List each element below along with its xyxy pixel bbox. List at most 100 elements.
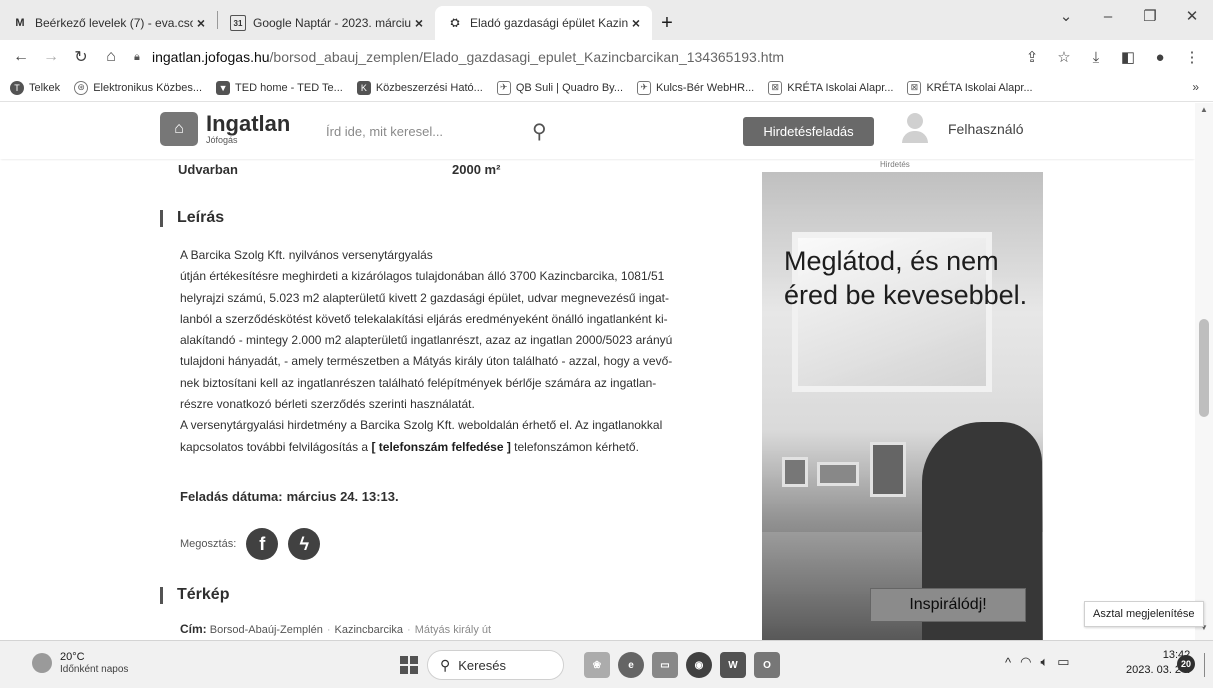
profile-avatar-icon[interactable]: ● bbox=[1147, 44, 1173, 70]
edge-browser-icon[interactable]: e bbox=[618, 652, 644, 678]
minimize-button[interactable]: – bbox=[1087, 0, 1129, 32]
show-desktop-button[interactable] bbox=[1204, 653, 1205, 677]
posted-value: március 24. 13:13. bbox=[286, 489, 399, 504]
bookmark-item[interactable]: ✈ Kulcs-Bér WebHR... bbox=[637, 80, 754, 95]
address-city: Kazincbarcika bbox=[334, 624, 404, 636]
close-tab-icon[interactable]: × bbox=[193, 15, 209, 31]
widgets-icon[interactable]: ❀ bbox=[584, 652, 610, 678]
bookmark-item[interactable]: ⊠ KRÉTA Iskolai Alapr... bbox=[907, 80, 1033, 95]
description-line: helyrajzi számú, 5.023 m2 alapterületű k… bbox=[180, 290, 669, 305]
scrollbar-thumb[interactable] bbox=[1199, 319, 1209, 417]
bookmark-item[interactable]: ✈ QB Suli | Quadro By... bbox=[496, 80, 623, 95]
address-separator: · bbox=[407, 624, 411, 636]
share-page-icon[interactable]: ⇪ bbox=[1019, 44, 1045, 70]
windows-start-icon[interactable] bbox=[400, 656, 418, 674]
bookmark-item[interactable]: ▼ TED home - TED Te... bbox=[216, 80, 343, 95]
weather-widget[interactable]: 20°C Időnként napos bbox=[32, 651, 128, 675]
volume-icon[interactable]: 🔈︎ bbox=[1040, 654, 1048, 670]
spec-row: Udvarban 2000 m² bbox=[178, 162, 500, 177]
bookmark-item[interactable]: ⊛ Elektronikus Közbes... bbox=[74, 80, 203, 95]
battery-icon[interactable]: ▭ bbox=[1057, 654, 1069, 670]
logo-subtitle: Jófogás bbox=[206, 135, 238, 145]
post-ad-button[interactable]: Hirdetésfeladás bbox=[743, 117, 874, 146]
logo-text: Ingatlan Jófogás bbox=[206, 113, 290, 145]
menu-kebab-icon[interactable]: ⋮ bbox=[1179, 44, 1205, 70]
address-bar[interactable]: 🔒︎ ingatlan.jofogas.hu/borsod_abauj_zemp… bbox=[134, 43, 1013, 71]
search-icon: ⚲ bbox=[440, 656, 451, 673]
home-button[interactable]: ⌂ bbox=[98, 44, 124, 70]
system-tray: ^ ◠ 🔈︎ ▭ bbox=[1005, 654, 1070, 670]
web-page: ⌂ Ingatlan Jófogás ⚲ Hirdetésfeladás Fel… bbox=[0, 103, 1213, 640]
heading-bar bbox=[160, 586, 163, 604]
outlook-app-icon[interactable]: O bbox=[754, 652, 780, 678]
search-input[interactable] bbox=[326, 123, 516, 139]
heading-text: Térkép bbox=[177, 586, 230, 603]
bookmark-label: Közbeszerzési Ható... bbox=[375, 81, 483, 94]
advertisement-banner[interactable]: Meglátod, és nem éred be kevesebbel. Ins… bbox=[762, 172, 1043, 640]
chrome-browser-icon[interactable]: ◉ bbox=[686, 652, 712, 678]
facebook-icon[interactable]: f bbox=[246, 528, 279, 560]
bookmarks-overflow-icon[interactable]: » bbox=[1192, 80, 1199, 94]
bookmark-item[interactable]: T Telkek bbox=[10, 80, 60, 95]
new-tab-button[interactable]: + bbox=[652, 6, 682, 40]
lock-icon[interactable]: 🔒︎ bbox=[134, 51, 152, 64]
bookmark-icon: ✈ bbox=[637, 80, 652, 95]
back-button[interactable]: ← bbox=[8, 44, 34, 70]
download-icon[interactable]: ⤓ bbox=[1083, 44, 1109, 70]
user-menu[interactable]: Felhasználó bbox=[902, 113, 1024, 145]
user-label: Felhasználó bbox=[948, 121, 1024, 137]
tab-search-icon[interactable]: ⌄ bbox=[1045, 0, 1087, 32]
bookmark-label: TED home - TED Te... bbox=[235, 81, 343, 94]
wifi-icon[interactable]: ◠ bbox=[1020, 654, 1031, 670]
ad-cta-button[interactable]: Inspirálódj! bbox=[870, 588, 1026, 622]
logo-title: Ingatlan bbox=[206, 111, 291, 136]
heading-bar bbox=[160, 209, 163, 227]
heading-text: Leírás bbox=[177, 209, 225, 226]
ad-wall-picture bbox=[870, 442, 906, 497]
site-logo[interactable]: ⌂ Ingatlan Jófogás bbox=[160, 112, 290, 146]
reload-button[interactable]: ↻ bbox=[68, 44, 94, 70]
share-row: Megosztás: f ϟ bbox=[180, 528, 321, 560]
notification-badge[interactable]: 20 bbox=[1177, 655, 1195, 673]
bookmark-star-icon[interactable]: ☆ bbox=[1051, 44, 1077, 70]
side-panel-icon[interactable]: ◧ bbox=[1115, 44, 1141, 70]
posted-date: Feladás dátuma: március 24. 13:13. bbox=[180, 489, 399, 504]
file-explorer-icon[interactable]: ▭ bbox=[652, 652, 678, 678]
tab-title: Beérkező levelek (7) - eva.csore@ bbox=[35, 16, 193, 30]
word-app-icon[interactable]: W bbox=[720, 652, 746, 678]
forward-button[interactable]: → bbox=[38, 44, 64, 70]
taskbar-search[interactable]: ⚲ Keresés bbox=[427, 650, 564, 680]
restore-button[interactable]: ❐ bbox=[1129, 0, 1171, 32]
bookmark-item[interactable]: K Közbeszerzési Ható... bbox=[356, 80, 483, 95]
search-icon[interactable]: ⚲ bbox=[532, 119, 547, 144]
address-label: Cím: bbox=[180, 622, 207, 636]
toolbar-actions: ⇪ ☆ ⤓ ◧ ● ⋮ bbox=[1019, 44, 1205, 70]
window-controls: ⌄ – ❐ ✕ bbox=[1045, 0, 1213, 32]
close-window-button[interactable]: ✕ bbox=[1171, 0, 1213, 32]
address-separator: · bbox=[326, 624, 331, 636]
description-line: A Barcika Szolg Kft. nyilvános versenytá… bbox=[180, 248, 433, 262]
share-label: Megosztás: bbox=[180, 538, 237, 550]
weather-condition: Időnként napos bbox=[60, 663, 129, 675]
site-header: ⌂ Ingatlan Jófogás ⚲ Hirdetésfeladás Fel… bbox=[0, 103, 1195, 159]
url-text[interactable]: ingatlan.jofogas.hu/borsod_abauj_zemplen… bbox=[152, 49, 784, 65]
taskbar-search-label: Keresés bbox=[458, 657, 506, 673]
page-scrollbar[interactable]: ▲ ▼ bbox=[1195, 103, 1213, 640]
close-tab-icon[interactable]: × bbox=[411, 15, 427, 31]
reveal-phone-link[interactable]: [ telefonszám felfedése ] bbox=[371, 440, 510, 454]
tab-calendar[interactable]: 31 Google Naptár - 2023. március 2 × bbox=[218, 6, 435, 40]
description-text: A Barcika Szolg Kft. nyilvános versenytá… bbox=[180, 245, 740, 458]
browser-tab-strip: M Beérkező levelek (7) - eva.csore@ × 31… bbox=[0, 0, 1213, 40]
scroll-up-icon[interactable]: ▲ bbox=[1200, 105, 1208, 114]
messenger-icon[interactable]: ϟ bbox=[288, 528, 321, 560]
tab-gmail[interactable]: M Beérkező levelek (7) - eva.csore@ × bbox=[0, 6, 217, 40]
bookmark-icon: ⊛ bbox=[74, 80, 89, 95]
tab-listing[interactable]: ⛭ Eladó gazdasági épület Kazincb × bbox=[435, 6, 652, 40]
close-tab-icon[interactable]: × bbox=[628, 15, 644, 31]
bookmark-item[interactable]: ⊠ KRÉTA Iskolai Alapr... bbox=[768, 80, 893, 95]
posted-label: Feladás dátuma: bbox=[180, 489, 283, 504]
weather-text: 20°C Időnként napos bbox=[60, 651, 128, 675]
tray-overflow-icon[interactable]: ^ bbox=[1005, 655, 1011, 670]
bookmark-label: Elektronikus Közbes... bbox=[93, 81, 203, 94]
bookmark-icon: ⊠ bbox=[907, 80, 922, 95]
